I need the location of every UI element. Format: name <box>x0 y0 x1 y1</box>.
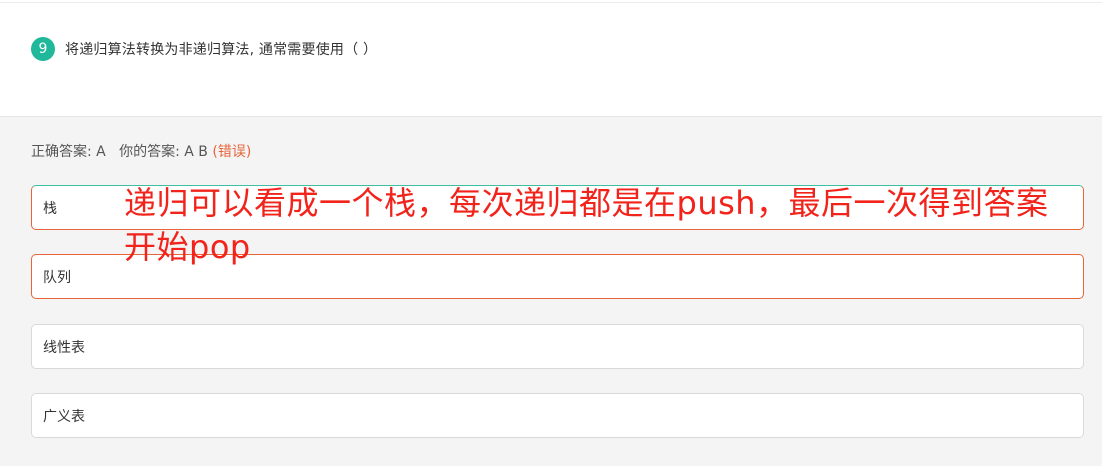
answer-summary: 正确答案: A 你的答案: A B (错误) <box>31 141 251 161</box>
answer-status: (错误) <box>212 144 252 160</box>
option-a-label: 栈 <box>43 200 57 217</box>
option-d[interactable]: 广义表 <box>31 393 1084 438</box>
correct-answer-value: A <box>96 144 106 160</box>
option-c-label: 线性表 <box>43 339 85 356</box>
your-answer-label: 你的答案: <box>119 144 185 160</box>
your-answer-value: A B <box>184 144 208 160</box>
option-d-label: 广义表 <box>43 408 85 425</box>
question-header: 9 将递归算法转换为非递归算法, 通常需要使用（ ） <box>31 37 377 61</box>
correct-answer-label: 正确答案: <box>31 144 97 160</box>
option-b-label: 队列 <box>43 269 71 286</box>
handwritten-annotation: 递归可以看成一个栈，每次递归都是在push，最后一次得到答案开始pop <box>124 184 1049 266</box>
quiz-result-page: 9 将递归算法转换为非递归算法, 通常需要使用（ ） 正确答案: A 你的答案:… <box>0 0 1102 466</box>
option-c[interactable]: 线性表 <box>31 324 1084 369</box>
top-divider <box>0 2 1102 3</box>
question-text: 将递归算法转换为非递归算法, 通常需要使用（ ） <box>65 42 378 58</box>
question-number-badge: 9 <box>31 37 55 61</box>
